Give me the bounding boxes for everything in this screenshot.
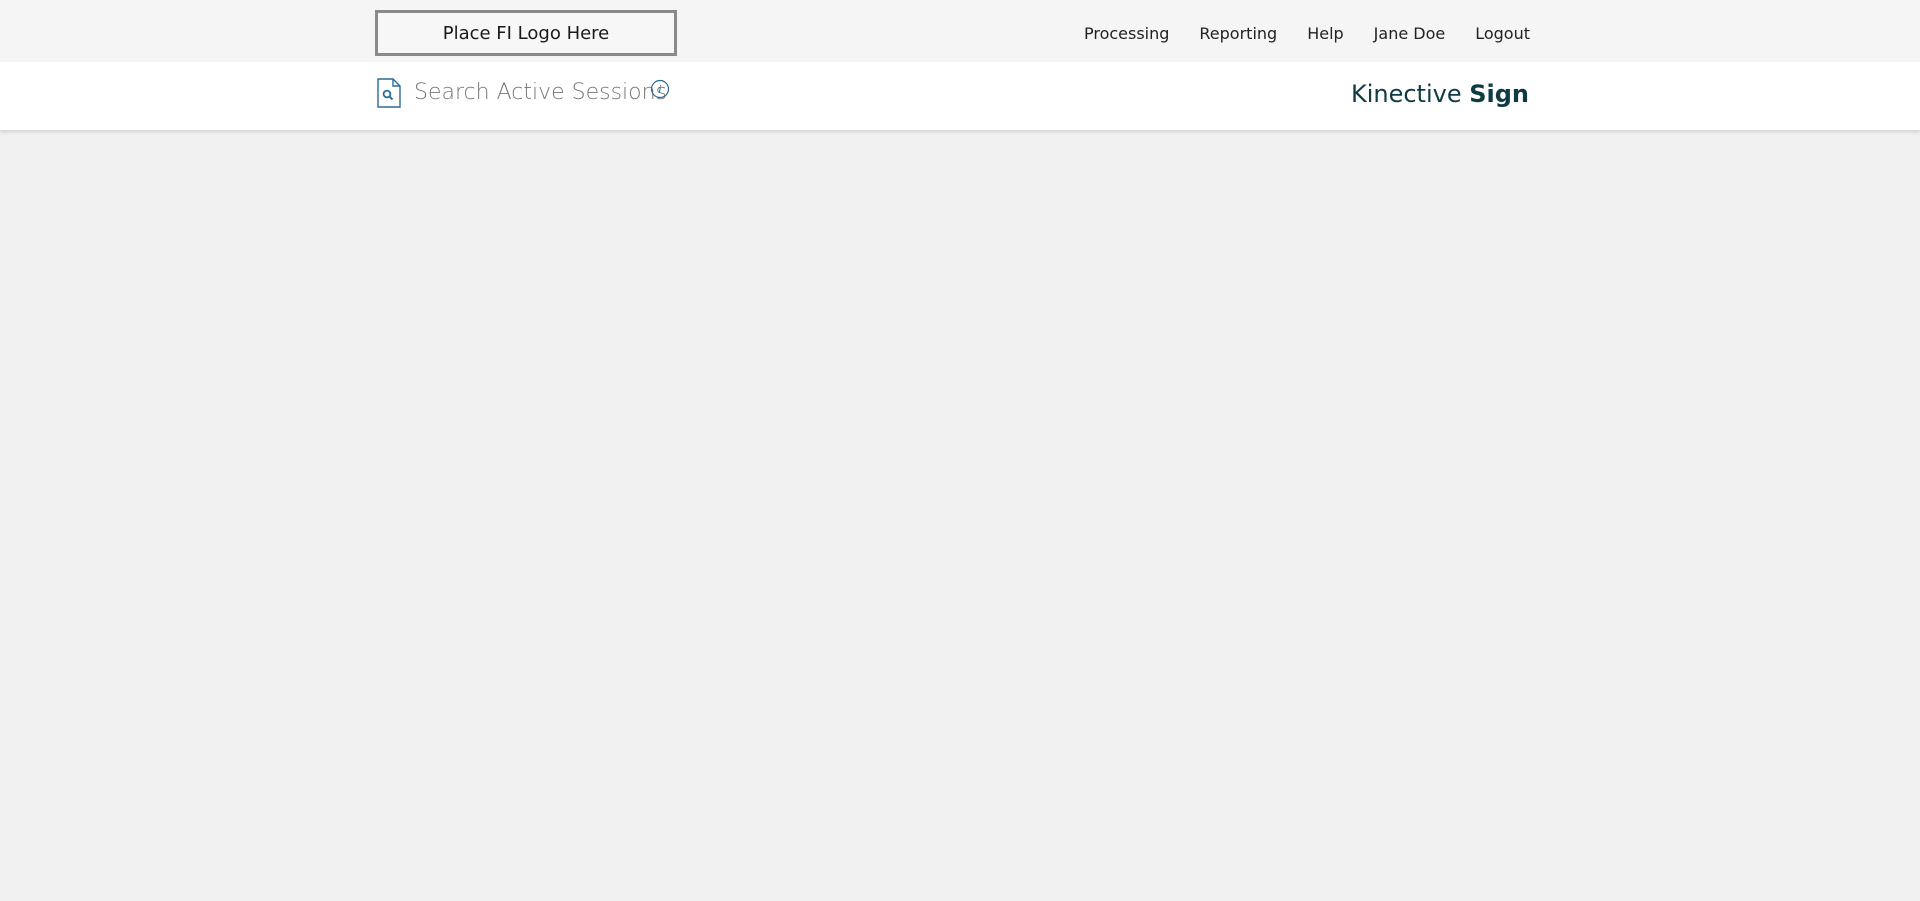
info-icon[interactable]: i <box>650 79 670 99</box>
logo-placeholder-text: Place FI Logo Here <box>442 22 610 44</box>
page-header: Search Active Sessions i Kinective Sign <box>0 62 1920 130</box>
top-nav: Processing Reporting Help Jane Doe Logou… <box>1084 0 1530 66</box>
nav-processing[interactable]: Processing <box>1084 24 1169 43</box>
brand-logo: Kinective Sign <box>1351 80 1529 108</box>
document-search-icon <box>377 78 401 108</box>
fi-logo-placeholder[interactable]: Place FI Logo Here <box>375 10 677 56</box>
nav-user-name[interactable]: Jane Doe <box>1374 24 1446 43</box>
nav-help[interactable]: Help <box>1307 24 1343 43</box>
svg-text:i: i <box>658 83 662 96</box>
nav-reporting[interactable]: Reporting <box>1199 24 1277 43</box>
nav-logout[interactable]: Logout <box>1475 24 1530 43</box>
top-bar: Place FI Logo Here Processing Reporting … <box>0 0 1920 62</box>
brand-name: Kinective <box>1350 80 1462 108</box>
brand-product: Sign <box>1469 80 1529 108</box>
page-title: Search Active Sessions <box>414 80 668 105</box>
